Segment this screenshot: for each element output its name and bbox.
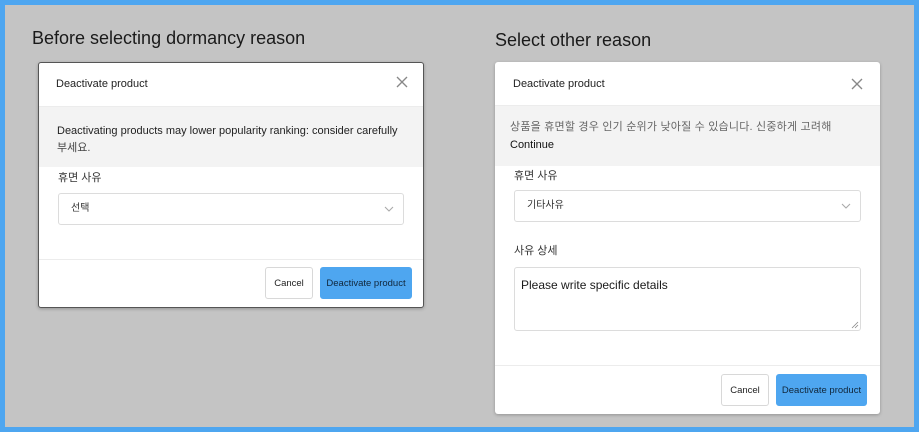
cancel-button[interactable]: Cancel: [721, 374, 769, 406]
warning-banner: Deactivating products may lower populari…: [39, 107, 423, 167]
close-icon[interactable]: [395, 75, 409, 89]
reason-label: 휴면 사유: [514, 170, 558, 182]
reason-select-value: 선택: [71, 203, 90, 214]
warning-overflow-text: 부세요.: [57, 142, 91, 154]
reason-select-value: 기타사유: [527, 200, 564, 211]
modal-footer: Cancel Deactivate product: [495, 365, 880, 414]
right-caption: Select other reason: [495, 30, 652, 50]
warning-continue-text: Continue: [510, 139, 555, 151]
left-caption: Before selecting dormancy reason: [32, 28, 306, 48]
reason-select[interactable]: 기타사유: [514, 190, 861, 222]
reason-select[interactable]: 선택: [58, 193, 404, 225]
reason-label: 휴면 사유: [58, 172, 102, 184]
modal-header: Deactivate product: [39, 63, 423, 107]
warning-banner: 상품을 휴면할 경우 인기 순위가 낮아질 수 있습니다. 신중하게 고려해 C…: [495, 106, 880, 166]
detail-textarea[interactable]: Please write specific details: [514, 267, 861, 331]
warning-text: 상품을 휴면할 경우 인기 순위가 낮아질 수 있습니다. 신중하게 고려해: [510, 121, 832, 133]
modal-title: Deactivate product: [513, 78, 605, 90]
detail-textarea-value: Please write specific details: [521, 278, 668, 292]
deactivate-modal-other-reason: Deactivate product 상품을 휴면할 경우 인기 순위가 낮아질…: [495, 62, 880, 414]
chevron-down-icon: [841, 203, 851, 209]
deactivate-modal-before: Deactivate product Deactivating products…: [38, 62, 424, 308]
resize-grip-icon[interactable]: [851, 321, 859, 329]
modal-header: Deactivate product: [495, 62, 880, 106]
deactivate-product-button[interactable]: Deactivate product: [320, 267, 412, 299]
detail-label: 사유 상세: [514, 245, 558, 257]
cancel-button[interactable]: Cancel: [265, 267, 313, 299]
chevron-down-icon: [384, 206, 394, 212]
modal-footer: Cancel Deactivate product: [39, 259, 423, 307]
warning-text: Deactivating products may lower populari…: [57, 125, 398, 137]
deactivate-product-button[interactable]: Deactivate product: [776, 374, 867, 406]
close-icon[interactable]: [850, 77, 864, 91]
modal-title: Deactivate product: [56, 78, 148, 90]
